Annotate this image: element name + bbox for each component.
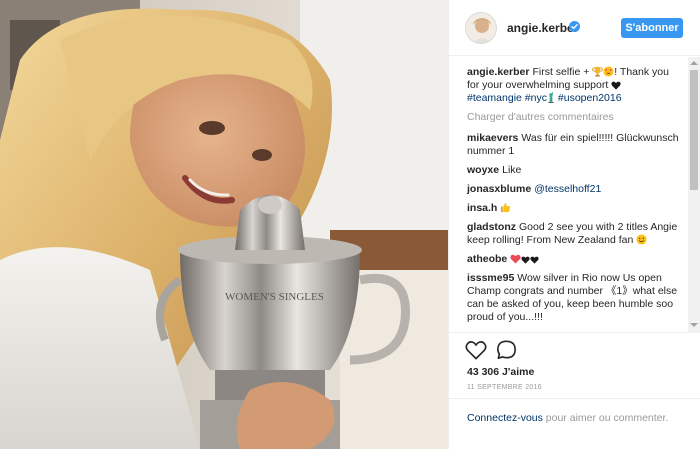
caption-text-start: First selfie + (532, 66, 590, 78)
follow-button[interactable]: S'abonner (621, 18, 683, 38)
comments-scrollbar[interactable] (688, 57, 700, 332)
comment-username[interactable]: insa.h (467, 202, 497, 214)
heart-outline-icon[interactable] (465, 340, 487, 360)
post-side-panel: angie.kerber S'abonner angie.kerber First… (448, 0, 700, 449)
heart-eyes-emoji (603, 66, 614, 77)
post-photo[interactable]: WOMEN'S SINGLES (0, 0, 448, 449)
selfie-with-trophy-image: WOMEN'S SINGLES (0, 0, 448, 449)
comment-item: insa.h (467, 202, 683, 215)
comment-username[interactable]: woyxe (467, 164, 499, 176)
thumbs-up-emoji (501, 202, 511, 213)
verified-badge-icon (569, 21, 580, 32)
post-date: 11 SEPTEMBRE 2016 (467, 384, 543, 391)
caption: angie.kerber First selfie + ! Thank you f… (467, 66, 683, 105)
black-heart-emoji (521, 256, 530, 264)
comment-username[interactable]: gladstonz (467, 221, 516, 233)
statue-of-liberty-emoji (548, 92, 554, 103)
load-more-comments-link[interactable]: Charger d'autres commentaires (467, 111, 683, 124)
comments-list[interactable]: angie.kerber First selfie + ! Thank you f… (449, 57, 689, 332)
comment-item: woyxe Like (467, 164, 683, 177)
login-link[interactable]: Connectez-vous (467, 412, 543, 424)
red-heart-emoji (510, 254, 521, 264)
comment-username[interactable]: jonasxblume (467, 183, 531, 195)
comment-mention[interactable]: @tesselhoff21 (534, 183, 601, 195)
comment-item: mikaevers Was für ein spiel!!!!! Glückwun… (467, 132, 683, 158)
comment-username[interactable]: mikaevers (467, 132, 518, 144)
hashtag-usopen2016[interactable]: #usopen2016 (558, 92, 622, 104)
smile-emoji (636, 234, 647, 245)
hashtag-teamangie[interactable]: #teamangie (467, 92, 522, 104)
comment-username[interactable]: isssme95 (467, 272, 514, 284)
comment-item: gladstonz Good 2 see you with 2 titles An… (467, 221, 683, 247)
login-prompt: Connectez-vous pour aimer ou commenter. (449, 398, 700, 449)
comment-text: Like (502, 164, 522, 176)
comment-item: jonasxblume @tesselhoff21 (467, 183, 683, 196)
hashtag-nyc[interactable]: #nyc (525, 92, 547, 104)
black-heart-emoji (611, 81, 621, 90)
avatar-image (466, 13, 496, 43)
login-prompt-text: pour aimer ou commenter. (542, 412, 669, 424)
trophy-emoji (592, 66, 604, 77)
scrollbar-thumb[interactable] (690, 70, 698, 190)
caption-username[interactable]: angie.kerber (467, 66, 529, 78)
scroll-down-arrow-icon[interactable] (690, 323, 698, 327)
avatar[interactable] (465, 12, 497, 44)
post-actions: 43 306 J'aime 11 SEPTEMBRE 2016 (449, 332, 700, 402)
post-username[interactable]: angie.kerber (507, 21, 578, 35)
comment-icon[interactable] (496, 340, 517, 360)
scroll-up-arrow-icon[interactable] (690, 61, 698, 65)
black-heart-emoji (530, 256, 539, 264)
comment-item: atheobe (467, 253, 683, 266)
trophy-engraving: WOMEN'S SINGLES (225, 291, 324, 303)
likes-count[interactable]: 43 306 J'aime (467, 366, 534, 378)
comment-username[interactable]: atheobe (467, 253, 507, 265)
comment-item: isssme95 Wow silver in Rio now Us open Ch… (467, 272, 683, 324)
post-header: angie.kerber S'abonner (449, 0, 700, 56)
